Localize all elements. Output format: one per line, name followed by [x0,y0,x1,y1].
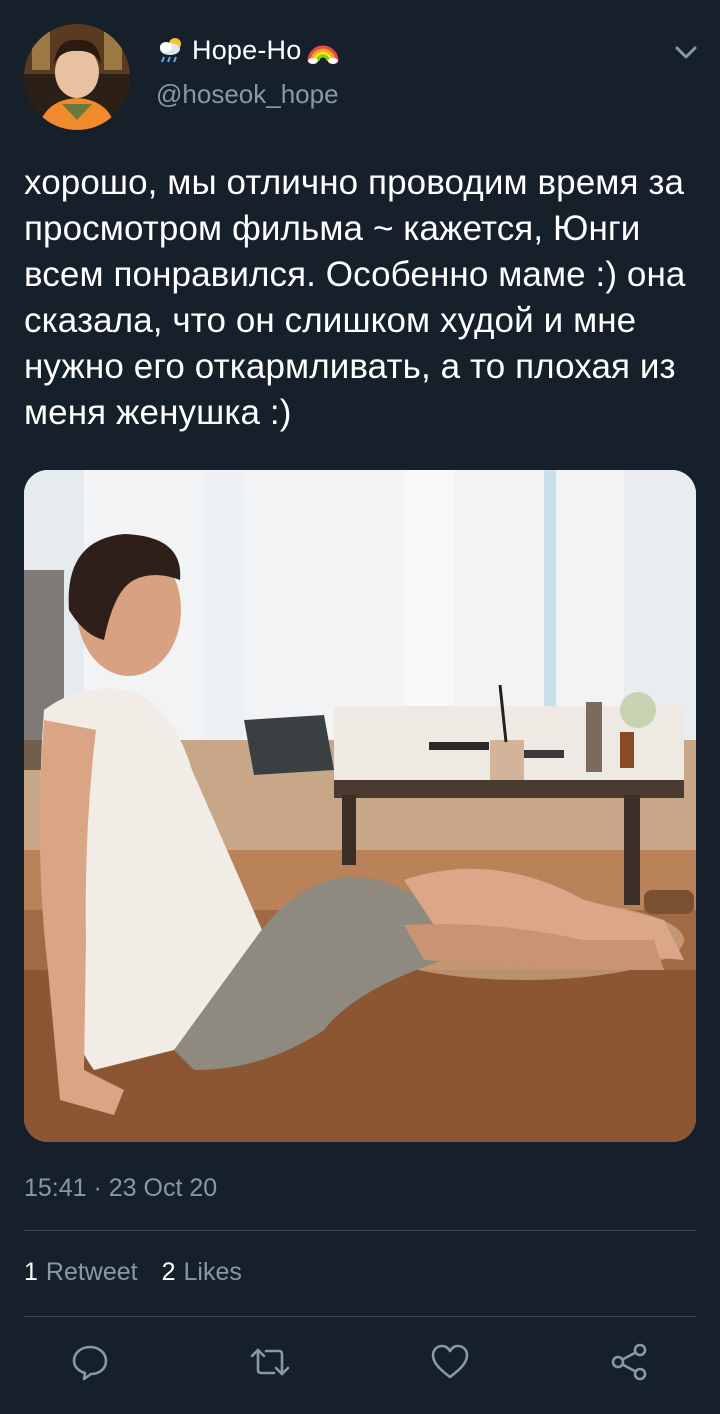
likes-stat[interactable]: 2 Likes [162,1258,242,1287]
tweet-detail-page: Hope-Ho @hoseok_hope хорошо, мы отлично … [0,0,720,1414]
rainbow-icon [307,35,339,65]
action-bar [0,1340,720,1388]
retweet-count: 1 [24,1258,38,1286]
reply-icon [70,1342,110,1387]
retweet-label: Retweet [45,1258,138,1286]
avatar[interactable] [24,24,130,130]
retweet-button[interactable] [246,1340,294,1388]
heart-icon [430,1342,470,1387]
display-name-row[interactable]: Hope-Ho [156,30,339,70]
tweet-timestamp[interactable]: 15:41 · 23 Oct 20 [24,1174,217,1203]
share-icon [610,1342,650,1387]
retweet-icon [248,1342,292,1387]
like-button[interactable] [426,1340,474,1388]
tweet-stats: 1 Retweet 2 Likes [24,1258,242,1287]
reply-button[interactable] [66,1340,114,1388]
user-handle[interactable]: @hoseok_hope [156,79,339,110]
cloud-rain-icon [156,35,186,65]
tweet-text: хорошо, мы отлично проводим время за про… [24,163,686,432]
tweet-photo[interactable] [24,470,696,1142]
display-name[interactable]: Hope-Ho [192,35,301,66]
share-button[interactable] [606,1340,654,1388]
divider [24,1230,696,1231]
divider [24,1316,696,1317]
likes-label: Likes [183,1258,242,1286]
chevron-down-icon[interactable] [670,38,702,66]
likes-count: 2 [161,1258,176,1286]
retweet-stat[interactable]: 1 Retweet [24,1258,138,1287]
